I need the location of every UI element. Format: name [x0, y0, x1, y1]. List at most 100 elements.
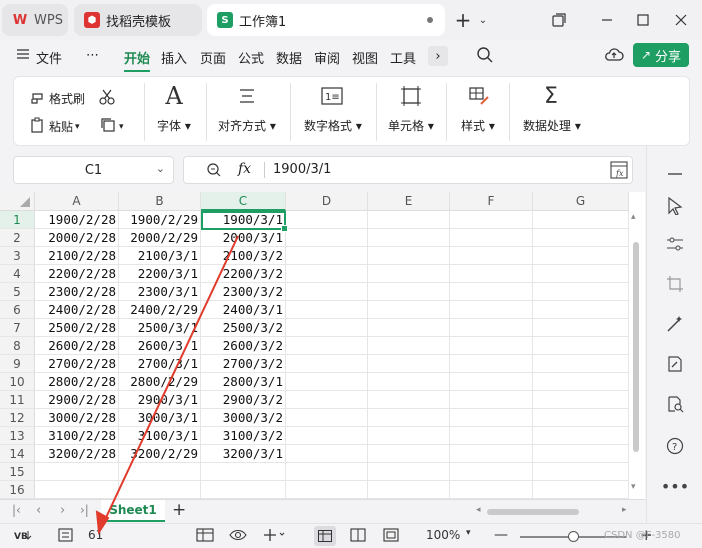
- paste-button[interactable]: 粘贴 ▾: [30, 117, 80, 136]
- grid-cell[interactable]: [533, 391, 629, 409]
- grid-cell[interactable]: [450, 391, 533, 409]
- align-icon[interactable]: [236, 85, 258, 107]
- minimize-icon[interactable]: [596, 8, 618, 32]
- style-icon[interactable]: [468, 85, 490, 107]
- grid-cell[interactable]: [533, 445, 629, 463]
- menu-home[interactable]: 开始: [124, 48, 150, 67]
- row-header[interactable]: 12: [0, 409, 35, 427]
- grid-cell[interactable]: [450, 229, 533, 247]
- page-layout-icon[interactable]: [350, 528, 366, 542]
- format-painter-button[interactable]: 格式刷: [30, 89, 85, 108]
- row-header[interactable]: 13: [0, 427, 35, 445]
- grid-cell[interactable]: 2900/2/28: [35, 391, 119, 409]
- grid-cell[interactable]: 2200/3/1: [119, 265, 201, 283]
- grid-cell[interactable]: [533, 283, 629, 301]
- restore-window-icon[interactable]: [548, 8, 570, 32]
- freeze-panes-icon[interactable]: [263, 528, 285, 542]
- grid-cell[interactable]: 3100/2/28: [35, 427, 119, 445]
- grid-cell[interactable]: 3000/3/2: [201, 409, 286, 427]
- grid-cell[interactable]: [533, 211, 629, 229]
- menu-insert[interactable]: 插入: [161, 48, 187, 67]
- grid-cell[interactable]: 2700/3/1: [119, 355, 201, 373]
- grid-cell[interactable]: 2500/3/2: [201, 319, 286, 337]
- font-group-button[interactable]: 字体 ▾: [157, 117, 191, 134]
- tab-workbook[interactable]: S 工作簿1: [207, 4, 445, 36]
- grid-cell[interactable]: 2400/2/29: [119, 301, 201, 319]
- data-process-group-button[interactable]: 数据处理 ▾: [523, 117, 581, 134]
- menu-view[interactable]: 视图: [352, 48, 378, 67]
- grid-cell[interactable]: [368, 211, 450, 229]
- grid-cell[interactable]: [450, 337, 533, 355]
- grid-cell[interactable]: [450, 301, 533, 319]
- copy-button[interactable]: ▾: [100, 117, 124, 136]
- grid-cell[interactable]: [201, 481, 286, 499]
- grid-cell[interactable]: [368, 355, 450, 373]
- grid-cell[interactable]: [368, 409, 450, 427]
- grid-cell[interactable]: [286, 301, 368, 319]
- grid-cell[interactable]: [368, 427, 450, 445]
- grid-cell[interactable]: [368, 265, 450, 283]
- grid-cell[interactable]: [286, 319, 368, 337]
- adjust-sliders-icon[interactable]: [665, 234, 685, 254]
- grid-cell[interactable]: [450, 373, 533, 391]
- cut-icon[interactable]: [98, 88, 116, 106]
- grid-cell[interactable]: [533, 373, 629, 391]
- table-view-icon[interactable]: [196, 528, 214, 542]
- grid-cell[interactable]: [35, 463, 119, 481]
- grid-cell[interactable]: 2900/3/1: [119, 391, 201, 409]
- horizontal-scroll-thumb[interactable]: [487, 509, 579, 515]
- grid-cell[interactable]: 1900/3/1: [201, 211, 286, 229]
- sum-icon[interactable]: Σ: [540, 84, 562, 109]
- grid-cell[interactable]: [286, 373, 368, 391]
- row-header[interactable]: 9: [0, 355, 35, 373]
- grid-cell[interactable]: 3200/2/29: [119, 445, 201, 463]
- grid-cell[interactable]: [368, 445, 450, 463]
- grid-cell[interactable]: [35, 481, 119, 499]
- grid-cell[interactable]: [368, 481, 450, 499]
- grid-cell[interactable]: [286, 211, 368, 229]
- grid-cell[interactable]: 3200/3/1: [201, 445, 286, 463]
- row-header[interactable]: 3: [0, 247, 35, 265]
- grid-cell[interactable]: [368, 463, 450, 481]
- search-icon[interactable]: [476, 46, 494, 68]
- grid-cell[interactable]: [450, 409, 533, 427]
- grid-cell[interactable]: [286, 265, 368, 283]
- maximize-icon[interactable]: [632, 8, 654, 32]
- menu-formula[interactable]: 公式: [238, 48, 264, 67]
- scroll-down-icon[interactable]: ▾: [631, 482, 636, 492]
- grid-cell[interactable]: [368, 337, 450, 355]
- close-icon[interactable]: [670, 8, 692, 32]
- normal-view-icon[interactable]: [314, 526, 336, 546]
- sheet-tab-sheet1[interactable]: Sheet1: [101, 500, 165, 522]
- function-fx-icon[interactable]: fx: [238, 161, 251, 177]
- menu-review[interactable]: 审阅: [314, 48, 340, 67]
- row-header[interactable]: 15: [0, 463, 35, 481]
- eye-icon[interactable]: [229, 528, 247, 542]
- hscroll-left-icon[interactable]: ◂: [476, 505, 481, 515]
- grid-cell[interactable]: [533, 463, 629, 481]
- grid-cell[interactable]: 2700/3/2: [201, 355, 286, 373]
- grid-cell[interactable]: [450, 355, 533, 373]
- frame-crop-icon[interactable]: [665, 274, 685, 294]
- column-header[interactable]: A: [35, 192, 119, 211]
- help-icon[interactable]: ?: [665, 436, 685, 456]
- list-icon[interactable]: [58, 528, 74, 542]
- name-box-dropdown-icon[interactable]: ⌄: [156, 162, 165, 175]
- grid-cell[interactable]: [533, 355, 629, 373]
- grid-cell[interactable]: [533, 481, 629, 499]
- more-options-icon[interactable]: •••: [661, 476, 689, 496]
- page-break-icon[interactable]: [383, 528, 399, 542]
- edit-document-icon[interactable]: [665, 354, 685, 374]
- cells-icon[interactable]: [400, 85, 422, 107]
- formula-expand-icon[interactable]: fx: [610, 161, 628, 183]
- grid-cell[interactable]: [450, 319, 533, 337]
- grid-cell[interactable]: 3100/3/2: [201, 427, 286, 445]
- grid-cell[interactable]: [201, 463, 286, 481]
- grid-cell[interactable]: 1900/2/28: [35, 211, 119, 229]
- grid-cell[interactable]: 2300/2/28: [35, 283, 119, 301]
- menu-scroll-right-icon[interactable]: ›: [428, 46, 448, 66]
- tab-list-chevron-icon[interactable]: ⌄: [476, 8, 490, 32]
- zoom-dropdown-icon[interactable]: ▾: [466, 528, 471, 538]
- cloud-upload-icon[interactable]: [604, 46, 624, 68]
- grid-cell[interactable]: 2000/3/1: [201, 229, 286, 247]
